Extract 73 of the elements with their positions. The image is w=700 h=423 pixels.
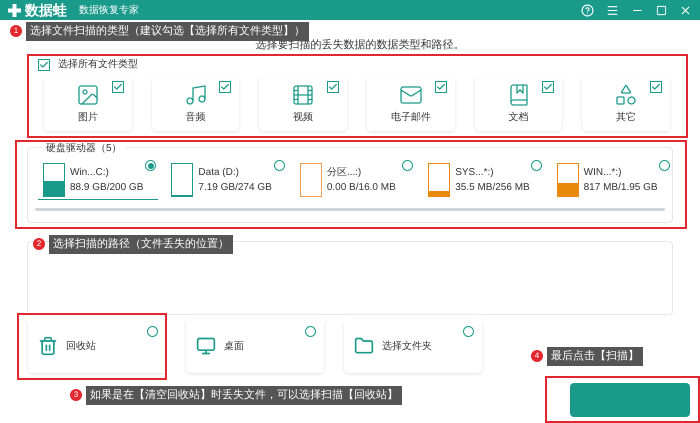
drive-name: SYS...*:) (455, 166, 495, 180)
drive-size: 817 MB/1.95 GB (584, 181, 658, 195)
drive-name: 分区...:) (326, 166, 362, 180)
file-type-label: 音频 (186, 110, 206, 124)
drive-name: Data (D:) (198, 166, 240, 180)
maximize-icon[interactable] (656, 4, 667, 16)
drive-size: 35.5 MB/256 MB (455, 181, 530, 195)
file-type-label: 视频 (293, 110, 314, 124)
step-number-badge: 1 (10, 25, 22, 38)
menu-icon[interactable] (606, 4, 619, 16)
drive-name: Win...C:) (70, 166, 110, 180)
drive-section-title: 硬盘驱动器（5） (42, 141, 126, 156)
drive-item[interactable]: Win...C:) 88.9 GB/200 GB (38, 160, 158, 200)
help-icon[interactable] (581, 4, 594, 16)
drive-name: WIN...*:) (584, 166, 622, 180)
annotation-label: 选择文件扫描的类型（建议勾选【选择所有文件类型】） (26, 22, 309, 40)
annotation-label: 最后点击【扫描】 (547, 347, 643, 366)
radio-button[interactable] (305, 326, 316, 337)
radio-button[interactable] (147, 326, 158, 337)
file-type-label: 图片 (78, 110, 98, 124)
file-type-card[interactable]: 文档 (474, 76, 562, 131)
step-number-badge: 2 (33, 238, 45, 250)
step-number-badge: 4 (531, 350, 543, 362)
radio-button[interactable] (145, 160, 156, 171)
plus-logo-icon (8, 4, 21, 16)
drive-item[interactable]: SYS...*:) 35.5 MB/256 MB (423, 160, 544, 200)
picture-icon (76, 82, 100, 106)
location-label: 回收站 (66, 340, 96, 354)
select-all-label[interactable]: 选择所有文件类型 (58, 57, 138, 72)
drive-size: 0.00 B/16.0 MB (326, 181, 396, 195)
annotation-label: 如果是在【清空回收站】时丢失文件，可以选择扫描【回收站】 (86, 386, 402, 404)
location-card[interactable]: 回收站 (28, 319, 166, 373)
file-type-card[interactable]: 音频 (152, 76, 240, 131)
checkbox[interactable] (219, 81, 232, 93)
file-type-card[interactable]: 其它 (582, 76, 670, 131)
step-number-badge: 3 (70, 389, 82, 402)
checkbox[interactable] (112, 81, 124, 93)
location-label: 选择文件夹 (382, 340, 432, 354)
music-note-icon (184, 82, 208, 106)
file-type-card[interactable]: 电子邮件 (367, 76, 455, 131)
file-type-label: 其它 (616, 110, 636, 124)
app-logo: 数据蛙 (25, 3, 67, 17)
location-card[interactable]: 选择文件夹 (344, 319, 482, 373)
radio-button[interactable] (659, 160, 670, 171)
location-label: 桌面 (224, 340, 244, 354)
radio-button[interactable] (463, 326, 474, 337)
checkbox[interactable] (650, 81, 662, 93)
file-type-card[interactable]: 图片 (44, 76, 132, 131)
app-subtitle: 数据恢复专家 (79, 4, 139, 18)
close-icon[interactable] (679, 4, 692, 16)
drive-size: 7.19 GB/274 GB (198, 181, 272, 195)
file-type-label: 电子邮件 (390, 110, 431, 124)
checkbox[interactable] (434, 81, 447, 93)
file-type-label: 文档 (508, 110, 529, 124)
monitor-icon (196, 336, 216, 356)
location-card[interactable]: 桌面 (186, 319, 324, 373)
scrollbar[interactable] (35, 208, 665, 211)
drive-item[interactable]: 分区...:) 0.00 B/16.0 MB (294, 160, 416, 200)
drive-item[interactable]: Data (D:) 7.19 GB/274 GB (166, 160, 287, 200)
drive-item[interactable]: WIN...*:) 817 MB/1.95 GB (552, 160, 672, 200)
radio-button[interactable] (530, 160, 542, 171)
trash-can-icon (38, 336, 58, 356)
checkbox[interactable] (38, 58, 50, 70)
checkbox[interactable] (542, 81, 554, 93)
shapes-icon (614, 82, 638, 106)
drive-size: 88.9 GB/200 GB (70, 180, 144, 194)
film-icon (291, 82, 316, 106)
annotation-label: 选择扫描的路径（文件丢失的位置） (49, 235, 233, 254)
radio-button[interactable] (274, 160, 285, 171)
checkbox[interactable] (327, 81, 340, 93)
file-type-card[interactable]: 视频 (259, 76, 348, 131)
folder-icon (354, 336, 374, 356)
radio-button[interactable] (402, 160, 414, 171)
